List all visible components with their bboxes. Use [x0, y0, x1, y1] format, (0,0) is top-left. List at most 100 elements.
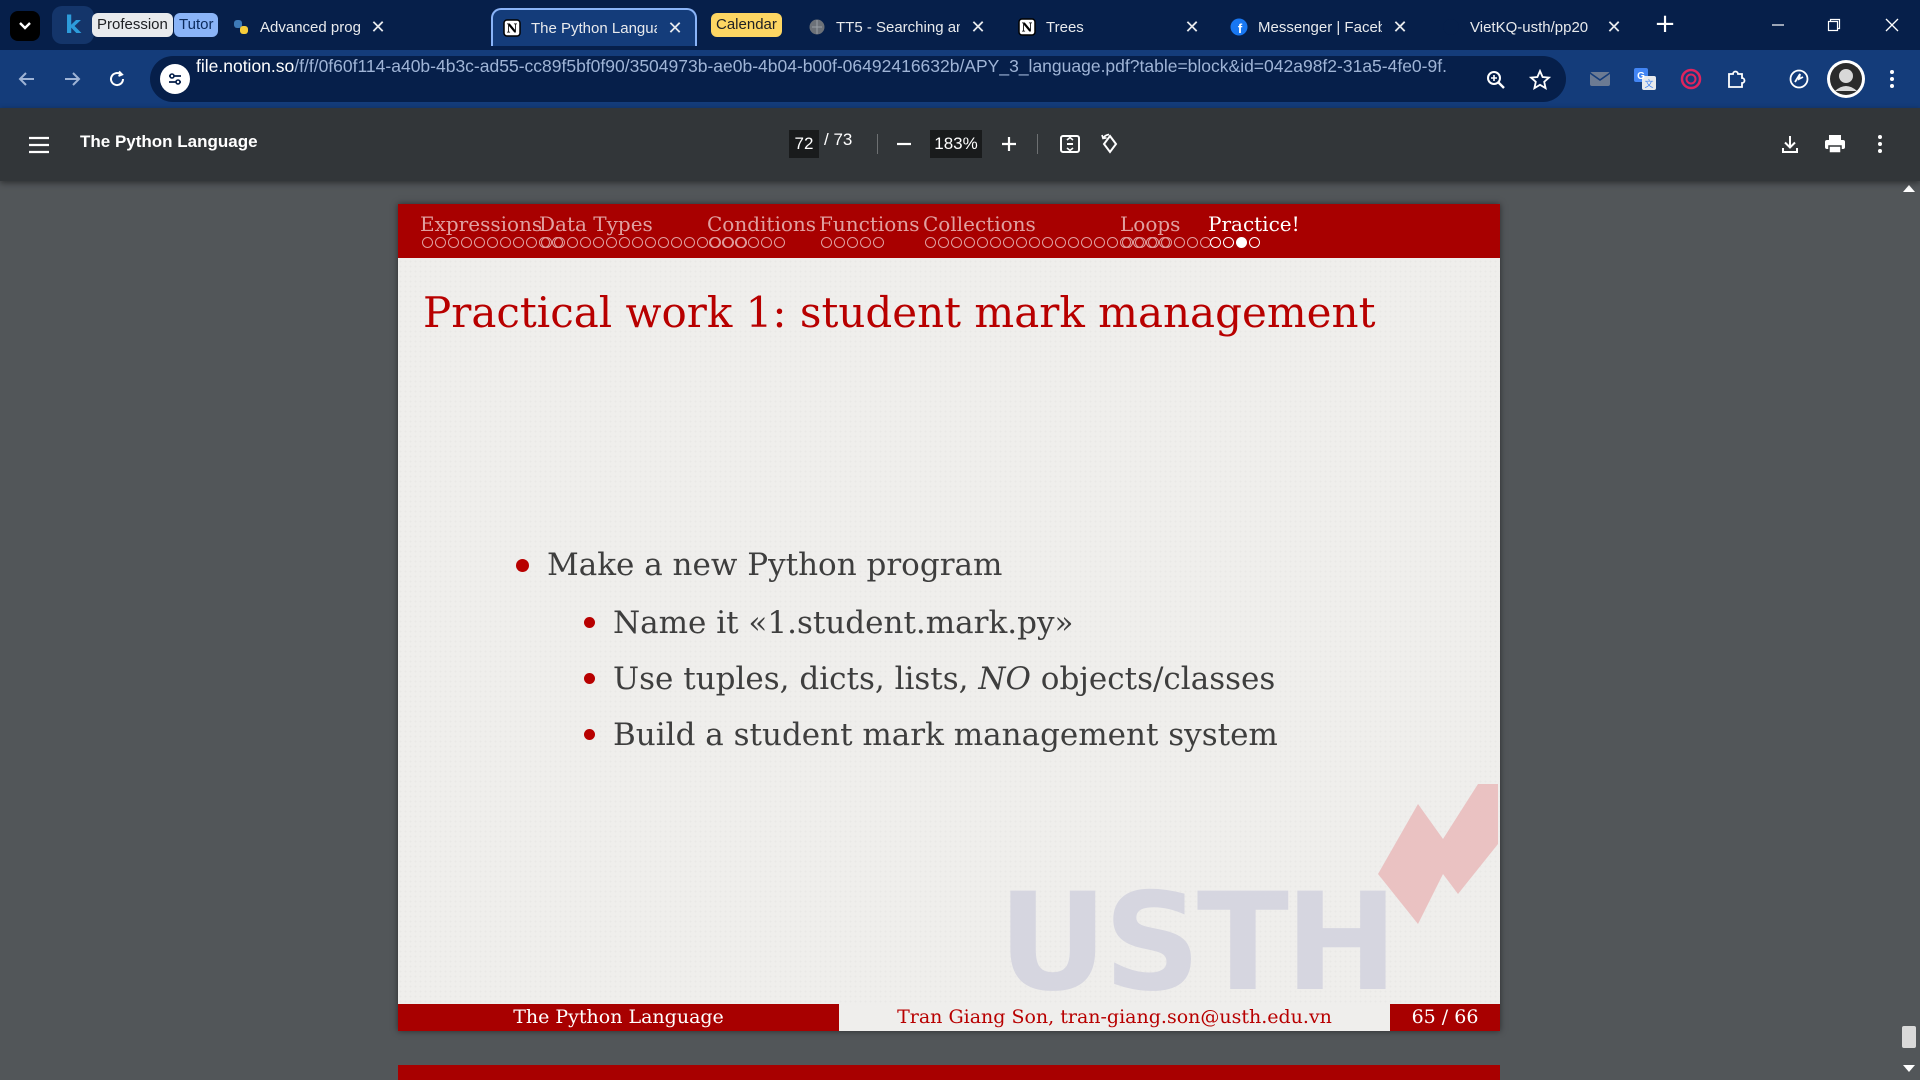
nav-dot[interactable]: [606, 237, 617, 248]
url-text[interactable]: file.notion.so/f/f/0f60f114-a40b-4b3c-ad…: [196, 56, 1446, 102]
nav-dot[interactable]: [474, 237, 485, 248]
nav-section-conditions[interactable]: Conditions: [707, 212, 816, 236]
nav-dot[interactable]: [938, 237, 949, 248]
nav-dot[interactable]: [834, 237, 845, 248]
nav-dot[interactable]: [1210, 237, 1221, 248]
minimize-button[interactable]: [1750, 0, 1806, 50]
tab-messenger[interactable]: f Messenger | Faceb ✕: [1220, 8, 1420, 46]
nav-dot[interactable]: [761, 237, 772, 248]
nav-dot[interactable]: [422, 237, 433, 248]
nav-dot[interactable]: [1003, 237, 1014, 248]
nav-dot[interactable]: [1042, 237, 1053, 248]
nav-dot[interactable]: [435, 237, 446, 248]
nav-dot[interactable]: [526, 237, 537, 248]
nav-dot[interactable]: [1029, 237, 1040, 248]
nav-dot[interactable]: [448, 237, 459, 248]
scroll-down-arrow-icon[interactable]: [1903, 1065, 1915, 1072]
nav-dot[interactable]: [697, 237, 708, 248]
nav-section-practice[interactable]: Practice!: [1208, 212, 1300, 236]
extension-mail[interactable]: [1584, 63, 1616, 95]
nav-section-functions[interactable]: Functions: [819, 212, 919, 236]
nav-dot[interactable]: [1174, 237, 1185, 248]
nav-dot[interactable]: [1187, 237, 1198, 248]
nav-dot[interactable]: [1135, 237, 1146, 248]
nav-dot[interactable]: [1148, 237, 1159, 248]
close-icon[interactable]: ✕: [1390, 17, 1410, 38]
nav-dot[interactable]: [567, 237, 578, 248]
nav-dot[interactable]: [1081, 237, 1092, 248]
bookmark-button[interactable]: [1528, 68, 1552, 92]
close-icon[interactable]: ✕: [1604, 17, 1624, 38]
reload-button[interactable]: [102, 64, 132, 94]
pdf-canvas[interactable]: Expressions Data Types Conditions Functions…: [0, 181, 1920, 1080]
nav-dot[interactable]: [593, 237, 604, 248]
pdf-more-button[interactable]: [1864, 128, 1896, 160]
browser-menu-button[interactable]: [1876, 63, 1908, 95]
nav-dot[interactable]: [554, 237, 565, 248]
nav-dot[interactable]: [671, 237, 682, 248]
nav-dot[interactable]: [632, 237, 643, 248]
nav-section-loops[interactable]: Loops: [1120, 212, 1180, 236]
close-window-button[interactable]: [1864, 0, 1920, 50]
nav-dot[interactable]: [541, 237, 552, 248]
nav-dot[interactable]: [619, 237, 630, 248]
tab-group-profession[interactable]: Profession: [92, 13, 173, 37]
nav-dot[interactable]: [1122, 237, 1133, 248]
nav-dot[interactable]: [735, 237, 746, 248]
tab-group-tutor[interactable]: Tutor: [174, 13, 219, 37]
extensions-button[interactable]: [1720, 63, 1752, 95]
nav-dot[interactable]: [1107, 237, 1118, 248]
nav-section-collections[interactable]: Collections: [923, 212, 1036, 236]
scrollbar-thumb[interactable]: [1902, 1026, 1916, 1048]
zoom-input[interactable]: 183%: [930, 130, 982, 158]
tab-trees[interactable]: N Trees ✕: [1008, 8, 1212, 46]
extension-translate[interactable]: G文: [1629, 63, 1661, 95]
nav-dot[interactable]: [658, 237, 669, 248]
performance-button[interactable]: [1783, 63, 1815, 95]
nav-dot[interactable]: [1223, 237, 1234, 248]
restore-button[interactable]: [1806, 0, 1862, 50]
rotate-button[interactable]: [1094, 128, 1126, 160]
tab-search-button[interactable]: [10, 11, 40, 41]
nav-dot[interactable]: [847, 237, 858, 248]
nav-dot[interactable]: [1055, 237, 1066, 248]
nav-dot[interactable]: [645, 237, 656, 248]
tab-tt5-searching[interactable]: TT5 - Searching an ✕: [798, 8, 998, 46]
nav-section-expressions[interactable]: Expressions: [420, 212, 542, 236]
nav-dot[interactable]: [925, 237, 936, 248]
back-button[interactable]: [12, 64, 42, 94]
close-icon[interactable]: ✕: [665, 18, 685, 39]
scrollbar[interactable]: [1898, 181, 1920, 1080]
tab-advanced-program[interactable]: Advanced program ✕: [222, 8, 398, 46]
print-button[interactable]: [1819, 128, 1851, 160]
nav-dot[interactable]: [513, 237, 524, 248]
zoom-in-button[interactable]: [993, 128, 1025, 160]
close-icon[interactable]: ✕: [368, 17, 388, 38]
zoom-out-button[interactable]: [888, 128, 920, 160]
nav-section-data-types[interactable]: Data Types: [539, 212, 653, 236]
nav-dot[interactable]: [977, 237, 988, 248]
nav-dot[interactable]: [1236, 237, 1247, 248]
pdf-sidebar-toggle[interactable]: [24, 130, 54, 160]
pinned-tab-k[interactable]: k: [52, 6, 94, 44]
nav-dot[interactable]: [873, 237, 884, 248]
nav-dot[interactable]: [487, 237, 498, 248]
nav-dot[interactable]: [1161, 237, 1172, 248]
nav-dot[interactable]: [709, 237, 720, 248]
site-info-button[interactable]: [160, 64, 190, 94]
close-icon[interactable]: ✕: [1182, 17, 1202, 38]
nav-dot[interactable]: [722, 237, 733, 248]
nav-dot[interactable]: [1249, 237, 1260, 248]
zoom-indicator-button[interactable]: [1484, 68, 1508, 92]
nav-dot[interactable]: [1094, 237, 1105, 248]
page-number-input[interactable]: 72: [789, 130, 819, 158]
download-button[interactable]: [1774, 128, 1806, 160]
nav-dot[interactable]: [990, 237, 1001, 248]
tab-github-vietkq[interactable]: VietKQ-usth/pp20 ✕: [1432, 8, 1634, 46]
nav-dot[interactable]: [461, 237, 472, 248]
nav-dot[interactable]: [684, 237, 695, 248]
nav-dot[interactable]: [951, 237, 962, 248]
nav-dot[interactable]: [774, 237, 785, 248]
new-tab-button[interactable]: +: [1650, 10, 1680, 40]
close-icon[interactable]: ✕: [968, 17, 988, 38]
